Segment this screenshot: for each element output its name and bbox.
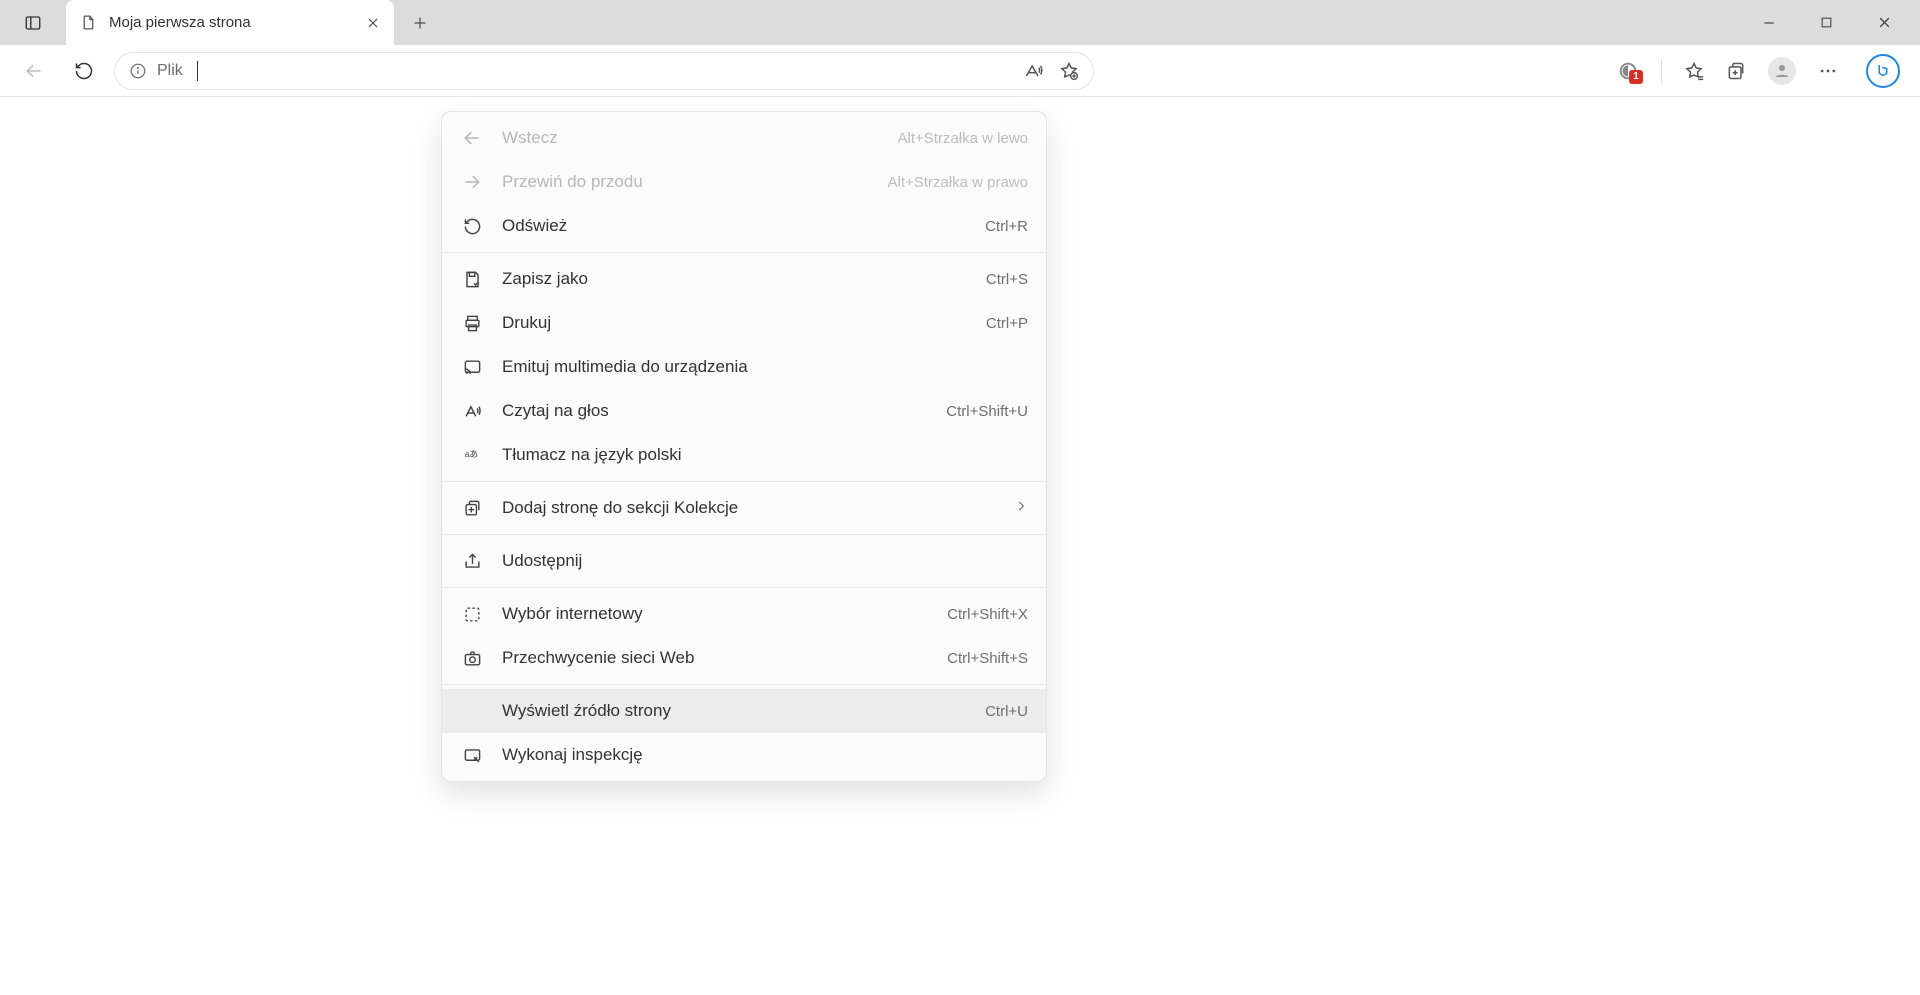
maximize-icon[interactable] [1820, 16, 1833, 29]
separator [1661, 59, 1662, 83]
share-icon [460, 552, 484, 571]
ctx-accel: Ctrl+U [985, 703, 1028, 720]
svg-text:aあ: aあ [464, 449, 478, 459]
active-tab[interactable]: Moja pierwsza strona [66, 0, 394, 45]
ctx-label: Zapisz jako [502, 269, 968, 289]
ctx-label: Wykonaj inspekcję [502, 745, 1028, 765]
window-controls [1734, 0, 1920, 45]
ctx-refresh[interactable]: Odśwież Ctrl+R [442, 204, 1046, 248]
separator [442, 534, 1046, 535]
ctx-accel: Ctrl+P [986, 315, 1028, 332]
address-bar[interactable]: Plik [114, 52, 1094, 90]
ctx-cast[interactable]: Emituj multimedia do urządzenia [442, 345, 1046, 389]
tab-actions-button[interactable] [0, 0, 66, 45]
minimize-icon[interactable] [1762, 16, 1776, 30]
ctx-label: Tłumacz na język polski [502, 445, 1028, 465]
bing-chat-icon[interactable] [1866, 54, 1900, 88]
inspect-icon [460, 746, 484, 765]
read-aloud-icon[interactable] [1023, 61, 1043, 81]
url-text: Plik [157, 62, 183, 80]
ctx-web-capture[interactable]: Przechwycenie sieci Web Ctrl+Shift+S [442, 636, 1046, 680]
collections-icon [460, 499, 484, 518]
ctx-forward: Przewiń do przodu Alt+Strzałka w prawo [442, 160, 1046, 204]
titlebar: Moja pierwsza strona [0, 0, 1920, 45]
ctx-label: Drukuj [502, 313, 968, 333]
arrow-right-icon [460, 172, 484, 192]
back-button[interactable] [14, 51, 54, 91]
refresh-icon [460, 217, 484, 236]
ctx-label: Odśwież [502, 216, 967, 236]
ctx-label: Wstecz [502, 128, 880, 148]
ctx-label: Przechwycenie sieci Web [502, 648, 929, 668]
web-capture-icon [460, 649, 484, 668]
ctx-label: Wybór internetowy [502, 604, 929, 624]
ctx-accel: Ctrl+S [986, 271, 1028, 288]
ctx-read-aloud[interactable]: Czytaj na głos Ctrl+Shift+U [442, 389, 1046, 433]
ctx-accel: Ctrl+Shift+X [947, 606, 1028, 623]
separator [442, 252, 1046, 253]
ctx-accel: Ctrl+Shift+S [947, 650, 1028, 667]
ctx-view-source[interactable]: Wyświetl źródło strony Ctrl+U [442, 689, 1046, 733]
close-tab-icon[interactable] [366, 16, 380, 30]
collections-icon[interactable] [1726, 61, 1746, 81]
favorites-list-icon[interactable] [1684, 61, 1704, 81]
ctx-accel: Alt+Strzałka w prawo [888, 174, 1028, 191]
ctx-share[interactable]: Udostępnij [442, 539, 1046, 583]
ctx-web-select[interactable]: Wybór internetowy Ctrl+Shift+X [442, 592, 1046, 636]
toolbar-right: 1 [1617, 54, 1906, 88]
ctx-collections[interactable]: Dodaj stronę do sekcji Kolekcje [442, 486, 1046, 530]
refresh-button[interactable] [64, 51, 104, 91]
ctx-label: Dodaj stronę do sekcji Kolekcje [502, 498, 996, 518]
new-tab-button[interactable] [394, 0, 446, 45]
arrow-left-icon [460, 128, 484, 148]
ctx-accel: Alt+Strzałka w lewo [898, 130, 1028, 147]
ctx-print[interactable]: Drukuj Ctrl+P [442, 301, 1046, 345]
chevron-right-icon [1014, 498, 1028, 518]
ctx-label: Wyświetl źródło strony [502, 701, 967, 721]
toolbar: Plik 1 [0, 45, 1920, 97]
ctx-label: Przewiń do przodu [502, 172, 870, 192]
site-info-icon[interactable] [129, 62, 147, 80]
ctx-label: Emituj multimedia do urządzenia [502, 357, 1028, 377]
more-icon[interactable] [1818, 61, 1838, 81]
ctx-label: Czytaj na głos [502, 401, 928, 421]
print-icon [460, 314, 484, 333]
save-icon [460, 270, 484, 289]
read-aloud-icon [460, 402, 484, 421]
ctx-inspect[interactable]: Wykonaj inspekcję [442, 733, 1046, 777]
context-menu: Wstecz Alt+Strzałka w lewo Przewiń do pr… [441, 111, 1047, 782]
close-window-icon[interactable] [1877, 15, 1892, 30]
ctx-label: Udostępnij [502, 551, 1028, 571]
tabs-panel-icon [24, 14, 42, 32]
page-icon [80, 14, 97, 31]
extension-badge: 1 [1629, 70, 1643, 84]
ctx-accel: Ctrl+Shift+U [946, 403, 1028, 420]
ctx-save-as[interactable]: Zapisz jako Ctrl+S [442, 257, 1046, 301]
separator [442, 481, 1046, 482]
profile-avatar[interactable] [1768, 57, 1796, 85]
tab-title: Moja pierwsza strona [109, 14, 354, 31]
ctx-back: Wstecz Alt+Strzałka w lewo [442, 116, 1046, 160]
favorite-icon[interactable] [1059, 61, 1079, 81]
text-cursor [197, 61, 198, 81]
separator [442, 587, 1046, 588]
extension-button[interactable]: 1 [1617, 60, 1639, 82]
ctx-accel: Ctrl+R [985, 218, 1028, 235]
cast-icon [460, 358, 484, 377]
ctx-translate[interactable]: aあ Tłumacz na język polski [442, 433, 1046, 477]
web-select-icon [460, 605, 484, 624]
separator [442, 684, 1046, 685]
translate-icon: aあ [460, 446, 484, 465]
